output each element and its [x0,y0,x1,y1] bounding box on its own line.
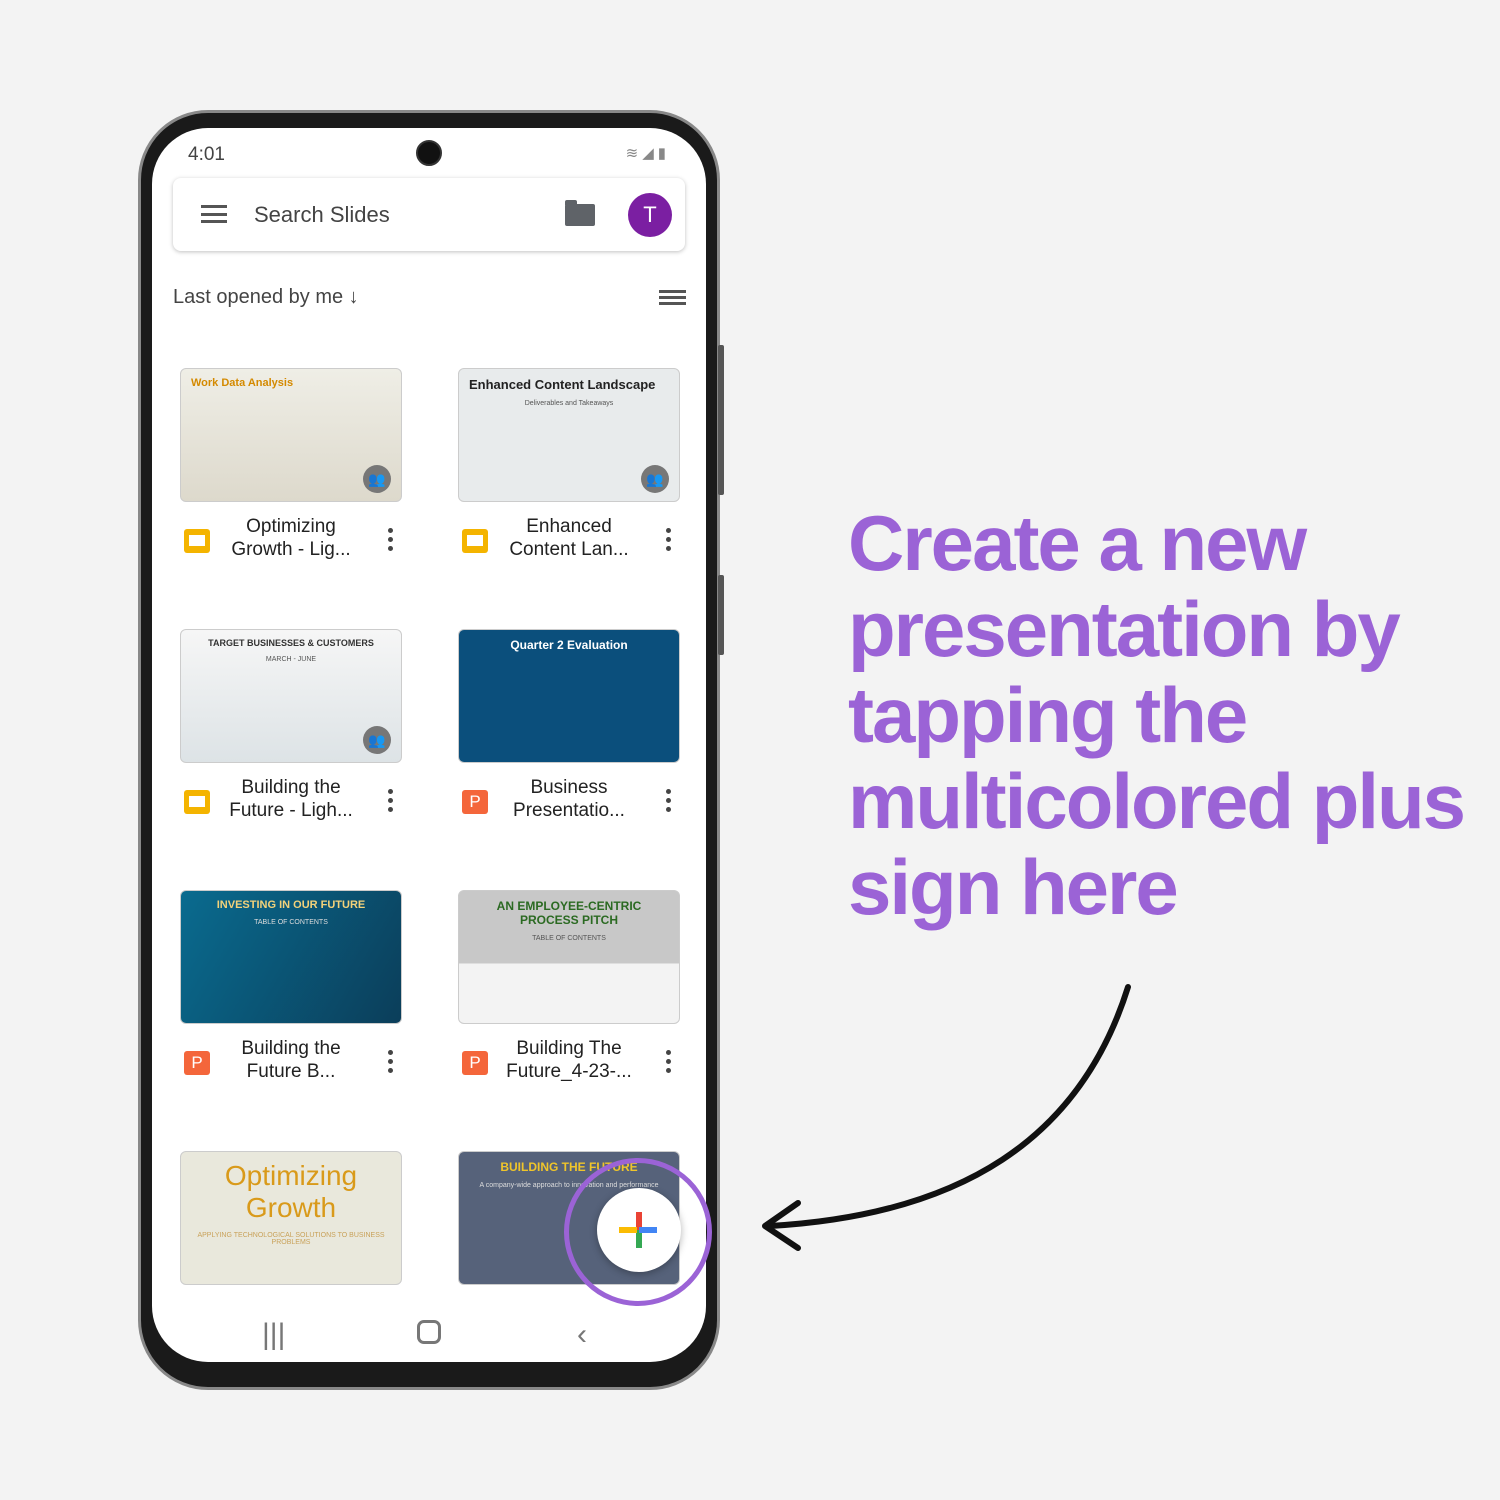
arrow-icon [762,984,1131,1251]
